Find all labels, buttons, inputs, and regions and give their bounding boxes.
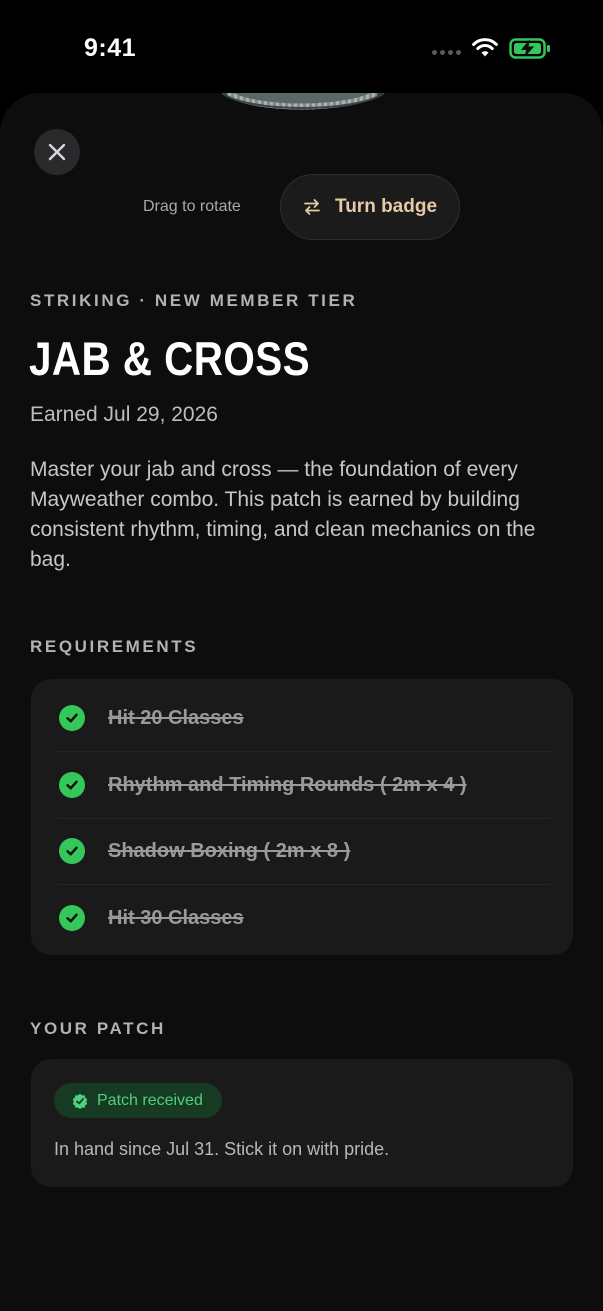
badge-detail-sheet: Drag to rotate Turn badge STRIKING · NEW… (0, 93, 603, 1311)
requirement-label: Hit 20 Classes (108, 706, 244, 729)
badge-3d-preview[interactable] (0, 93, 603, 153)
requirement-item: Hit 30 Classes (31, 885, 573, 951)
cellular-signal-icon (432, 50, 461, 55)
patch-status-label: Patch received (97, 1091, 203, 1109)
patch-card: Patch received In hand since Jul 31. Sti… (31, 1059, 573, 1187)
patch-status-badge: Patch received (54, 1083, 222, 1118)
battery-charging-icon (509, 38, 550, 59)
requirements-card: Hit 20 Classes Rhythm and Timing Rounds … (31, 679, 573, 955)
swap-arrows-icon (304, 199, 320, 215)
check-circle-icon (59, 705, 85, 731)
close-icon (48, 143, 66, 161)
wifi-icon (472, 38, 498, 57)
earned-date: Earned Jul 29, 2026 (30, 403, 218, 426)
check-circle-icon (59, 905, 85, 931)
badge-description: Master your jab and cross — the foundati… (30, 458, 536, 571)
requirement-item: Shadow Boxing ( 2m x 8 ) (31, 818, 573, 884)
requirement-item: Hit 20 Classes (31, 685, 573, 751)
check-circle-icon (59, 772, 85, 798)
requirement-item: Rhythm and Timing Rounds ( 2m x 4 ) (31, 752, 573, 818)
close-button[interactable] (34, 129, 80, 175)
badge-category: STRIKING · NEW MEMBER TIER (30, 291, 358, 310)
turn-badge-label: Turn badge (335, 196, 438, 217)
requirement-label: Hit 30 Classes (108, 906, 244, 929)
drag-hint: Drag to rotate (143, 198, 241, 215)
turn-badge-button[interactable]: Turn badge (280, 174, 460, 240)
patch-note: In hand since Jul 31. Stick it on with p… (54, 1139, 390, 1159)
requirement-label: Shadow Boxing ( 2m x 8 ) (108, 839, 351, 862)
your-patch-heading: YOUR PATCH (30, 1019, 166, 1038)
check-circle-icon (59, 838, 85, 864)
requirements-heading: REQUIREMENTS (30, 637, 199, 656)
verified-check-icon (72, 1093, 88, 1109)
status-bar: 9:41 (0, 0, 603, 95)
badge-title: JAB & CROSS (29, 332, 310, 385)
requirement-label: Rhythm and Timing Rounds ( 2m x 4 ) (108, 773, 467, 796)
status-time: 9:41 (84, 34, 137, 62)
